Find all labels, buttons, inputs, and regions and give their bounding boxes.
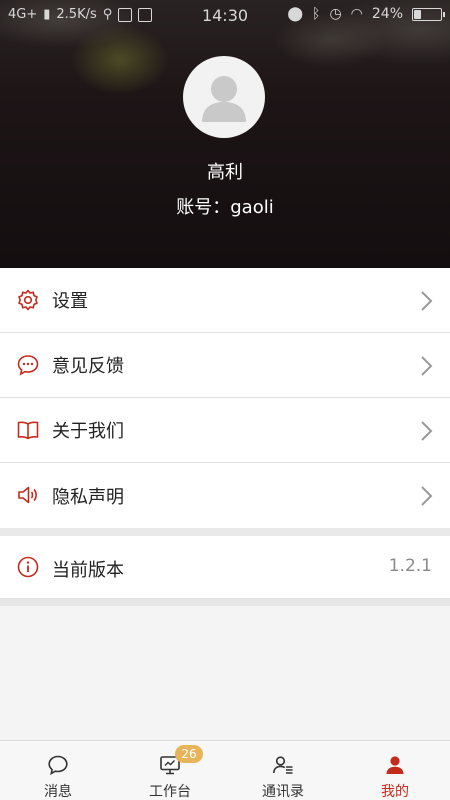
contacts-icon (273, 756, 293, 774)
user-icon (386, 756, 404, 774)
chevron-right-icon (421, 291, 433, 311)
menu-item-privacy[interactable]: 隐私声明 (0, 463, 450, 528)
notification-badge: 26 (175, 745, 203, 763)
menu-item-label: 关于我们 (52, 421, 124, 442)
alarm-icon: ◷ (329, 6, 342, 22)
tab-messages[interactable]: 消息 (2, 741, 114, 800)
wifi-icon: ◠ (350, 6, 363, 22)
location-icon: ⬤ (287, 6, 304, 22)
profile-header: 4G+ ▮ 2.5K/s ⚲ 14:30 ⬤ ᛒ ◷ ◠ 24% 高利 账号：g… (0, 0, 450, 268)
user-name: 高利 (207, 162, 243, 183)
menu-item-label: 隐私声明 (52, 486, 124, 508)
menu-item-feedback[interactable]: 意见反馈 (0, 333, 450, 398)
chevron-right-icon (421, 421, 433, 441)
default-user-icon (202, 76, 246, 122)
message-icon (48, 755, 68, 776)
version-row[interactable]: 当前版本 1.2.1 (0, 536, 450, 598)
tab-label: 工作台 (149, 784, 191, 800)
book-icon (17, 421, 39, 440)
menu-item-about[interactable]: 关于我们 (0, 398, 450, 463)
tab-contacts[interactable]: 通讯录 (227, 741, 339, 800)
avatar[interactable] (183, 56, 265, 138)
menu-item-label: 意见反馈 (52, 356, 124, 377)
menu-item-label: 设置 (52, 291, 88, 312)
speaker-icon (18, 486, 37, 504)
status-bar: 4G+ ▮ 2.5K/s ⚲ 14:30 ⬤ ᛒ ◷ ◠ 24% (0, 0, 450, 30)
tab-workbench[interactable]: 26 工作台 (114, 741, 226, 800)
version-label: 当前版本 (52, 560, 124, 581)
tab-label: 我的 (381, 784, 409, 800)
battery-percent: 24% (371, 6, 403, 22)
settings-menu: 设置 意见反馈 关于我们 隐私声明 (0, 268, 450, 528)
chevron-right-icon (421, 486, 433, 506)
tab-mine[interactable]: 我的 (339, 741, 450, 800)
menu-item-settings[interactable]: 设置 (0, 268, 450, 333)
tab-label: 消息 (44, 784, 72, 800)
battery-icon (412, 7, 445, 21)
gear-icon (18, 289, 38, 311)
chat-icon (17, 355, 39, 376)
section-divider (0, 528, 450, 536)
chevron-right-icon (421, 356, 433, 376)
user-account: 账号：gaoli (176, 197, 274, 218)
bluetooth-icon: ᛒ (312, 6, 321, 22)
bottom-tab-bar: 消息 26 工作台 通讯录 我的 (0, 740, 450, 800)
section-divider (0, 598, 450, 606)
version-value: 1.2.1 (388, 556, 432, 576)
info-icon (17, 556, 39, 578)
tab-label: 通讯录 (262, 784, 304, 800)
